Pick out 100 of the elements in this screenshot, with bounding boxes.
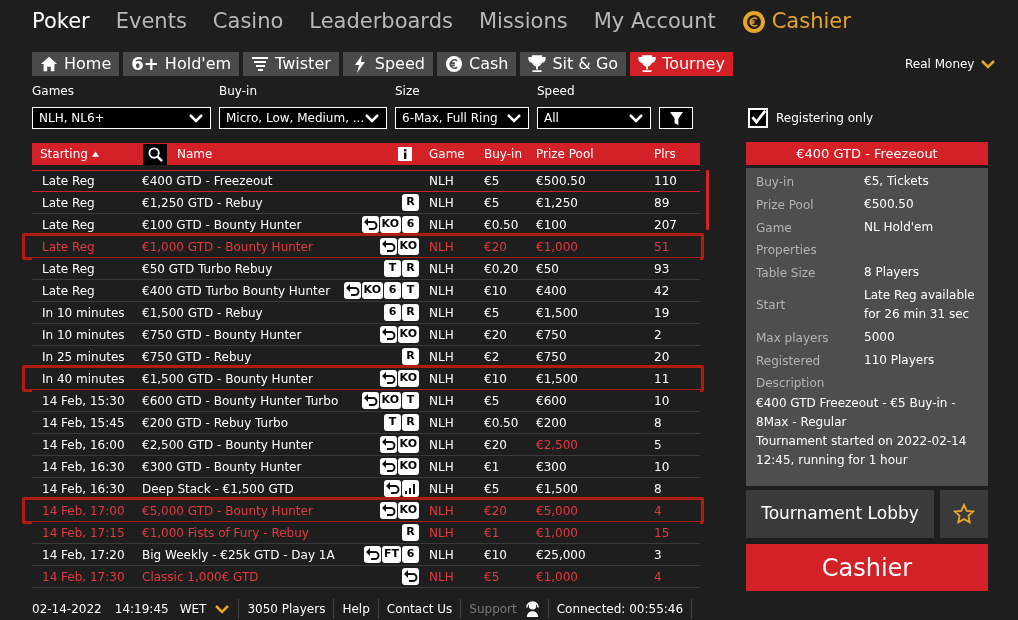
- tab[interactable]: Tourney: [630, 52, 733, 76]
- table-cell-text: NLH: [428, 326, 455, 344]
- table-cell-text: Late Reg: [41, 216, 96, 234]
- table-cell-text: €1,250: [536, 194, 579, 212]
- help-link[interactable]: Help: [342, 599, 370, 618]
- filter-dropdown[interactable]: All: [537, 107, 651, 129]
- table-cell-text: €5: [484, 194, 501, 212]
- table-row[interactable]: Late Reg €50 GTD Turbo Rebuy T R NLH €0.20 €50 93: [32, 258, 700, 280]
- table-cell-text: 10: [654, 458, 671, 476]
- nav-link[interactable]: Casino: [212, 6, 284, 38]
- filter-icon: [668, 110, 684, 126]
- nav-link[interactable]: Cashier: [741, 6, 851, 38]
- tab[interactable]: Cash: [436, 52, 517, 76]
- cashier-button[interactable]: Cashier: [746, 544, 988, 591]
- trophy-icon: [528, 55, 547, 73]
- table-cell-text: €1: [484, 524, 501, 542]
- table-cell-text: €200: [536, 414, 568, 432]
- table-row[interactable]: In 10 minutes €750 GTD - Bounty Hunter KO NLH €20 €750 2: [32, 324, 700, 346]
- status-time: 14:19:45: [114, 600, 169, 618]
- nav-link[interactable]: My Account: [593, 6, 716, 38]
- table-cell-text: €200 GTD - Rebuy Turbo: [142, 414, 290, 432]
- table-cell-text: NLH: [428, 392, 455, 410]
- tab[interactable]: 6+ Hold'em: [123, 52, 240, 76]
- nav-link[interactable]: Poker: [32, 6, 90, 38]
- column-header[interactable]: Game: [422, 145, 484, 163]
- column-header[interactable]: Buy-in: [484, 145, 536, 163]
- column-header[interactable]: Prize Pool: [536, 145, 654, 163]
- tag-badge: KO: [361, 282, 383, 299]
- table-row[interactable]: 14 Feb, 16:30 €300 GTD - Bounty Hunter KO NLH €1 €300 10: [32, 456, 700, 478]
- tag-badge: 6: [384, 304, 401, 321]
- table-cell-text: €1,000: [536, 524, 579, 542]
- filter-button[interactable]: [659, 107, 693, 129]
- search-button[interactable]: [143, 143, 167, 165]
- table-row[interactable]: 14 Feb, 15:45 €200 GTD - Rebuy Turbo T R NLH €0.50 €200 8: [32, 412, 700, 434]
- table-cell-text: €50 GTD Turbo Rebuy: [142, 260, 274, 278]
- table-cell-text: €1,500: [536, 370, 579, 388]
- coin-icon: [741, 10, 766, 34]
- detail-value: 5000: [864, 329, 896, 346]
- table-cell-text: 4: [654, 568, 663, 586]
- table-cell-text: Classic 1,000€ GTD: [142, 568, 260, 586]
- column-header[interactable]: Starting: [40, 145, 88, 163]
- table-row[interactable]: Late Reg €400 GTD Turbo Bounty Hunter KO 6 T NLH €10 €400 42: [32, 280, 700, 302]
- table-cell-text: NLH: [428, 414, 455, 432]
- timezone-dropdown[interactable]: WET: [179, 599, 231, 618]
- table-cell-text: €750: [536, 326, 568, 344]
- detail-label: Table Size: [756, 264, 817, 282]
- tag-badge: R: [402, 194, 419, 211]
- table-row[interactable]: 14 Feb, 17:30 Classic 1,000€ GTD NLH €5 €1,000 4: [32, 566, 700, 588]
- filter-dropdown[interactable]: 6-Max, Full Ring: [395, 107, 529, 129]
- contact-link[interactable]: Contact Us: [386, 599, 453, 618]
- table-cell-text: NLH: [428, 546, 455, 564]
- tab[interactable]: Sit & Go: [520, 52, 627, 76]
- description-text: €400 GTD Freezeout - €5 Buy-in - 8Max - Regular: [756, 395, 957, 431]
- nav-link[interactable]: Leaderboards: [309, 6, 453, 38]
- tab[interactable]: Speed: [342, 52, 433, 76]
- table-cell-text: €750 GTD - Rebuy: [142, 348, 253, 366]
- tag-badge: KO: [397, 370, 419, 387]
- nav-link[interactable]: Missions: [478, 6, 568, 38]
- favorite-button[interactable]: [940, 490, 988, 538]
- table-cell-text: 42: [654, 282, 671, 300]
- table-cell-text: €300: [536, 458, 568, 476]
- table-row[interactable]: 14 Feb, 17:20 Big Weekly - €25k GTD - Day 1A FT 6 NLH €10 €25,000 3: [32, 544, 700, 566]
- detail-label: Properties: [756, 242, 818, 259]
- tag-badge: KO: [397, 502, 419, 519]
- home-icon: [40, 55, 58, 73]
- detail-label: Start: [756, 297, 787, 314]
- checkbox[interactable]: [748, 108, 768, 128]
- table-cell-text: 89: [654, 194, 671, 212]
- table-row[interactable]: Late Reg €1,250 GTD - Rebuy R NLH €5 €1,250 89: [32, 192, 700, 214]
- table-cell-text: Late Reg: [41, 282, 96, 300]
- table-cell-text: €1,250 GTD - Rebuy: [142, 194, 264, 212]
- tab[interactable]: Home: [32, 52, 120, 76]
- table-cell-text: In 25 minutes: [41, 348, 126, 366]
- table-cell-text: 207: [654, 216, 678, 234]
- tag-badge: T: [384, 414, 401, 431]
- sort-up-icon: [91, 151, 99, 157]
- table-row[interactable]: 14 Feb, 16:00 €2,500 GTD - Bounty Hunter KO NLH €20 €2,500 5: [32, 434, 700, 456]
- tournament-lobby-button[interactable]: Tournament Lobby: [746, 490, 934, 538]
- nav-link[interactable]: Events: [115, 6, 187, 38]
- tab[interactable]: Twister: [243, 52, 339, 76]
- filter-dropdown[interactable]: Micro, Low, Medium, ...: [219, 107, 387, 129]
- table-cell-text: €300 GTD - Bounty Hunter: [142, 458, 303, 476]
- tag-badge: FT: [381, 546, 401, 563]
- column-header[interactable]: Plrs: [654, 145, 700, 163]
- table-cell-text: NLH: [428, 524, 455, 542]
- table-row[interactable]: Late Reg €400 GTD - Freezeout NLH €5 €500.50 110: [32, 170, 700, 192]
- column-header[interactable]: Name: [177, 145, 398, 163]
- table-cell-text: €600 GTD - Bounty Hunter Turbo: [142, 392, 340, 410]
- table-cell-text: €750 GTD - Bounty Hunter: [142, 326, 303, 344]
- chevron-down-icon: [980, 59, 997, 69]
- table-cell-text: €5,000: [536, 502, 579, 520]
- table-row[interactable]: 14 Feb, 15:30 €600 GTD - Bounty Hunter Turbo KO T NLH €5 €600 10: [32, 390, 700, 412]
- table-cell-text: €20: [484, 436, 508, 454]
- scrollbar[interactable]: [706, 170, 709, 230]
- table-row[interactable]: 14 Feb, 17:15 €1,000 Fists of Fury - Rebuy R NLH €1 €1,000 15: [32, 522, 700, 544]
- money-mode-dropdown[interactable]: Real Money: [905, 55, 997, 73]
- table-row[interactable]: In 10 minutes €1,500 GTD - Rebuy 6 R NLH €5 €1,500 19: [32, 302, 700, 324]
- table-cell-text: 93: [654, 260, 671, 278]
- filter-dropdown[interactable]: NLH, NL6+: [32, 107, 211, 129]
- detail-value: 8 Players: [864, 264, 921, 281]
